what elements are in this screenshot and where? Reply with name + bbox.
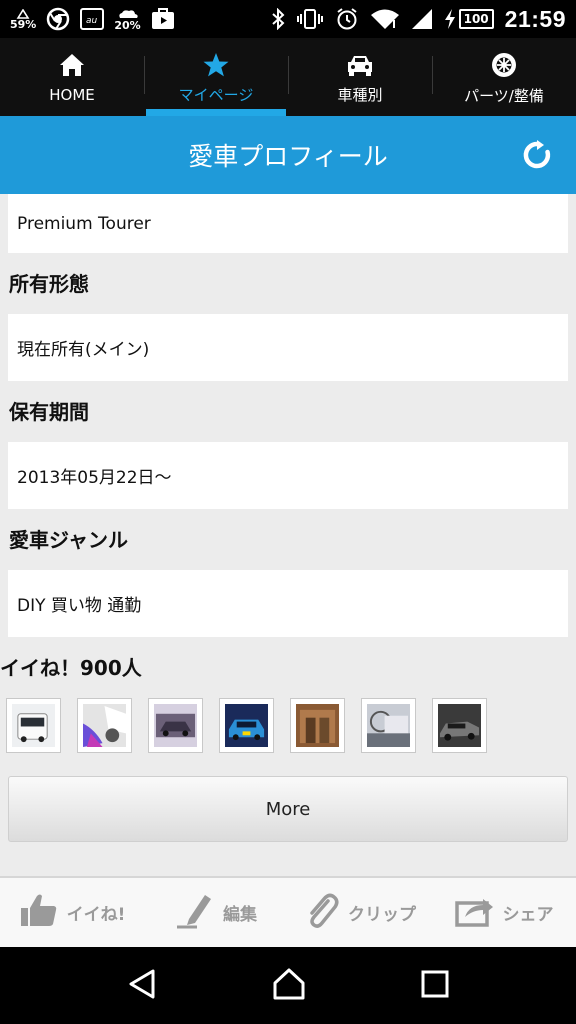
alarm-icon <box>335 7 359 31</box>
top-navigation: HOME マイページ 車種別 パーツ/整備 <box>0 38 576 116</box>
tab-home-label: HOME <box>49 85 95 104</box>
svg-text:au: au <box>86 16 98 26</box>
car-icon <box>345 52 375 82</box>
tab-car-models-label: 車種別 <box>337 85 383 104</box>
liker-thumbnails <box>6 698 487 753</box>
car-photo-icon <box>83 704 126 747</box>
period-value: 2013年05月22日～ <box>17 468 172 488</box>
edit-label: 編集 <box>223 905 257 925</box>
tab-mypage-label: マイページ <box>178 85 254 104</box>
data-saver-icon: 59% <box>10 8 36 30</box>
car-photo-icon <box>225 704 268 747</box>
ownership-value: 現在所有(メイン) <box>17 340 150 360</box>
battery-level: 100 <box>458 9 494 29</box>
weather-icon: 20% <box>114 8 141 31</box>
ownership-card: 現在所有(メイン) <box>8 314 568 381</box>
tab-parts-maintenance[interactable]: パーツ/整備 <box>432 38 576 116</box>
tab-parts-maintenance-label: パーツ/整備 <box>464 86 544 105</box>
car-photo-icon <box>438 704 481 747</box>
chrome-icon <box>46 7 70 31</box>
liker-thumbnail[interactable] <box>219 698 274 753</box>
tab-mypage[interactable]: マイページ <box>144 38 288 116</box>
back-icon[interactable] <box>127 968 157 1004</box>
share-icon <box>454 893 495 932</box>
edit-button[interactable]: 編集 <box>144 891 288 934</box>
star-icon <box>202 52 230 82</box>
paperclip-icon <box>304 891 340 934</box>
youtube-icon <box>151 8 175 30</box>
clip-button[interactable]: クリップ <box>288 891 432 934</box>
genre-card: DIY 買い物 通勤 <box>8 570 568 637</box>
genre-heading: 愛車ジャンル <box>9 528 128 552</box>
wheel-icon <box>490 51 518 83</box>
period-card: 2013年05月22日～ <box>8 442 568 509</box>
like-label: イイね! <box>66 905 126 925</box>
grade-card: Premium Tourer <box>8 194 568 253</box>
status-bar: 59% au 20% 100 21:59 <box>0 0 576 38</box>
pen-icon <box>175 891 215 934</box>
car-photo-icon <box>12 704 55 747</box>
liker-thumbnail[interactable] <box>77 698 132 753</box>
liker-thumbnail[interactable] <box>6 698 61 753</box>
liker-thumbnail[interactable] <box>432 698 487 753</box>
car-photo-icon <box>367 704 410 747</box>
refresh-icon[interactable] <box>522 140 552 170</box>
vibrate-icon <box>296 8 324 30</box>
page-title: 愛車プロフィール <box>188 142 388 171</box>
thumbs-up-icon <box>19 892 59 933</box>
more-button[interactable]: More <box>8 776 568 842</box>
signal-icon <box>411 8 433 30</box>
grade-value: Premium Tourer <box>17 213 151 234</box>
likes-heading: イイね！900人 <box>0 656 142 680</box>
clock: 21:59 <box>504 5 566 32</box>
ownership-heading: 所有形態 <box>9 272 89 296</box>
bluetooth-icon <box>271 8 285 30</box>
clip-label: クリップ <box>348 905 416 925</box>
liker-thumbnail[interactable] <box>361 698 416 753</box>
system-navigation <box>0 947 576 1024</box>
share-label: シェア <box>502 905 554 925</box>
home-button-icon[interactable] <box>272 967 306 1005</box>
au-icon: au <box>80 8 105 30</box>
tab-home[interactable]: HOME <box>0 38 144 116</box>
period-heading: 保有期間 <box>9 400 89 424</box>
recent-apps-icon[interactable] <box>421 970 449 1002</box>
like-button[interactable]: イイね! <box>0 892 144 933</box>
share-button[interactable]: シェア <box>432 893 576 932</box>
car-photo-icon <box>154 704 197 747</box>
wifi-icon <box>370 8 400 30</box>
genre-value: DIY 買い物 通勤 <box>17 596 142 616</box>
charging-icon: 100 <box>444 9 494 29</box>
car-photo-icon <box>296 704 339 747</box>
home-icon <box>58 52 86 82</box>
liker-thumbnail[interactable] <box>148 698 203 753</box>
title-bar: 愛車プロフィール <box>0 116 576 194</box>
tab-car-models[interactable]: 車種別 <box>288 38 432 116</box>
profile-content[interactable]: Premium Tourer 所有形態 現在所有(メイン) 保有期間 2013年… <box>0 194 576 876</box>
liker-thumbnail[interactable] <box>290 698 345 753</box>
more-button-label: More <box>265 798 311 820</box>
action-bar: イイね! 編集 クリップ シェア <box>0 876 576 947</box>
